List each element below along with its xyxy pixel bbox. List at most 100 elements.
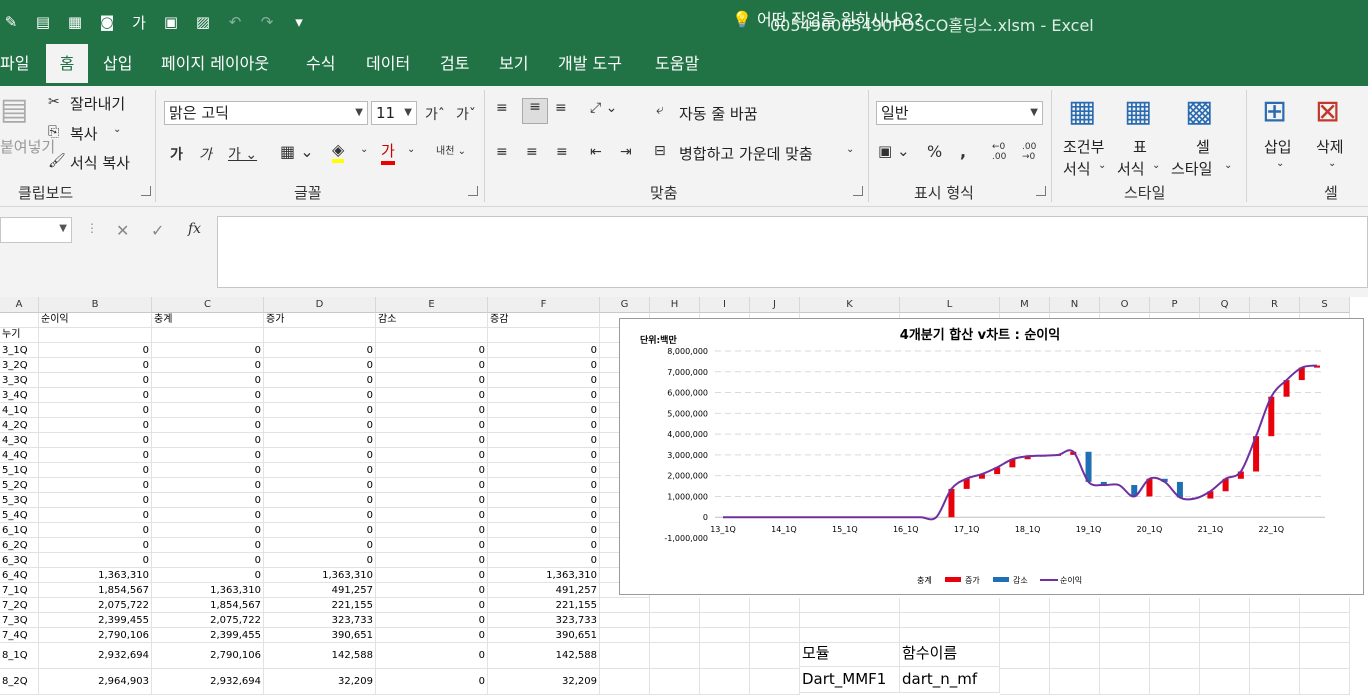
value-cell[interactable]: 142,588 [488,643,600,669]
value-cell[interactable]: 2,399,455 [39,613,152,628]
module-header-cell[interactable]: 모듈 [800,641,900,667]
font-size-select[interactable]: 11 ▼ [371,101,417,125]
value-cell[interactable]: 1,363,310 [39,568,152,583]
value-cell[interactable]: 0 [39,553,152,568]
fill-color-icon[interactable]: ◈ [332,140,345,163]
align-top-icon[interactable]: ≡ [496,100,508,116]
row-label-cell[interactable]: 7_3Q [0,613,39,628]
tab-9[interactable]: 도움말 [655,44,699,86]
align-middle-icon[interactable]: ≡ [522,98,548,124]
cell[interactable] [1300,598,1350,613]
row-label-cell[interactable]: 5_1Q [0,463,39,478]
value-cell[interactable]: 0 [39,538,152,553]
value-cell[interactable]: 0 [264,538,376,553]
accounting-format-icon[interactable]: ▣ ⌄ [878,142,910,160]
value-cell[interactable]: 0 [488,493,600,508]
row-label-cell[interactable]: 5_3Q [0,493,39,508]
cell[interactable] [39,328,152,343]
value-cell[interactable]: 0 [264,403,376,418]
value-cell[interactable]: 142,588 [264,643,376,669]
cell[interactable] [750,669,800,695]
camera-icon[interactable]: ◙ [96,11,118,33]
value-cell[interactable]: 0 [264,463,376,478]
percent-icon[interactable]: % [927,142,942,161]
column-header-d[interactable]: D [264,297,376,313]
value-cell[interactable]: 0 [152,358,264,373]
cell[interactable] [700,669,750,695]
value-cell[interactable]: 0 [264,448,376,463]
value-cell[interactable]: 0 [152,508,264,523]
value-cell[interactable]: 0 [488,508,600,523]
column-header-g[interactable]: G [600,297,650,313]
value-cell[interactable]: 2,790,106 [152,643,264,669]
column-header-q[interactable]: Q [1200,297,1250,313]
value-cell[interactable]: 0 [39,433,152,448]
tab-5[interactable]: 데이터 [366,44,410,86]
column-header-o[interactable]: O [1100,297,1150,313]
tell-me-search[interactable]: 💡 어떤 작업을 원하시나요? [732,0,923,42]
value-cell[interactable]: 0 [152,373,264,388]
value-cell[interactable]: 0 [376,373,488,388]
value-cell[interactable]: 221,155 [264,598,376,613]
value-cell[interactable]: 0 [376,358,488,373]
value-cell[interactable]: 0 [39,418,152,433]
cell[interactable] [1050,598,1100,613]
row-label-cell[interactable]: 7_1Q [0,583,39,598]
value-cell[interactable]: 0 [376,388,488,403]
cell[interactable] [1200,613,1250,628]
cell[interactable] [1250,598,1300,613]
value-cell[interactable]: 2,075,722 [39,598,152,613]
value-cell[interactable]: 0 [39,388,152,403]
cell[interactable] [1000,613,1050,628]
chevron-down-icon[interactable]: ⌄ [1224,160,1232,171]
row-label-cell[interactable]: 7_4Q [0,628,39,643]
value-cell[interactable]: 0 [488,403,600,418]
bold-icon[interactable]: 가 [170,144,183,164]
value-cell[interactable]: 0 [39,463,152,478]
cell[interactable] [1150,628,1200,643]
cell[interactable] [1300,669,1350,695]
chevron-down-icon[interactable]: ▼ [59,223,67,234]
value-cell[interactable]: 0 [152,463,264,478]
value-cell[interactable]: 0 [488,358,600,373]
cell[interactable] [650,643,700,669]
cell[interactable] [700,628,750,643]
value-cell[interactable]: 0 [264,478,376,493]
value-cell[interactable]: 0 [376,643,488,669]
value-cell[interactable]: 0 [152,418,264,433]
cell[interactable] [1050,628,1100,643]
conditional-format-button[interactable]: 조건부 [1063,136,1104,157]
cell[interactable] [1250,643,1300,669]
cell[interactable] [152,328,264,343]
pen-icon[interactable]: ✎ [0,11,22,33]
cell[interactable] [1100,613,1150,628]
font-name-select[interactable]: 맑은 고딕 ▼ [164,101,368,125]
value-cell[interactable]: 0 [264,343,376,358]
value-cell[interactable]: 0 [39,493,152,508]
waterfall-chart[interactable]: 4개분기 합산 v차트 : 순이익 단위:백만 8,000,000 7,000,0… [619,318,1364,595]
row-label-cell[interactable]: 5_2Q [0,478,39,493]
row-label-cell[interactable]: 6_4Q [0,568,39,583]
cell[interactable] [1250,669,1300,695]
cell[interactable] [1300,643,1350,669]
redo-icon[interactable]: ↷ [256,11,278,33]
column-header-k[interactable]: K [800,297,900,313]
row-label-cell[interactable]: 7_2Q [0,598,39,613]
tab-6[interactable]: 검토 [440,44,469,86]
cell[interactable] [1050,669,1100,695]
cell[interactable] [800,598,900,613]
column-title-cell[interactable]: 증가 [264,313,376,328]
decrease-indent-icon[interactable]: ⇤ [590,144,602,160]
value-cell[interactable]: 0 [264,523,376,538]
alignment-launcher-icon[interactable] [853,186,863,196]
value-cell[interactable]: 2,932,694 [152,669,264,695]
column-header-n[interactable]: N [1050,297,1100,313]
cell[interactable] [700,598,750,613]
increase-decimal-icon[interactable]: ←0.00 [992,142,1006,162]
cell[interactable] [750,643,800,669]
form-icon[interactable]: ▦ [64,11,86,33]
merge-center-button[interactable]: 병합하고 가운데 맞춤 [679,143,813,164]
value-cell[interactable]: 1,363,310 [152,583,264,598]
comma-icon[interactable]: , [960,142,966,161]
value-cell[interactable]: 0 [152,403,264,418]
